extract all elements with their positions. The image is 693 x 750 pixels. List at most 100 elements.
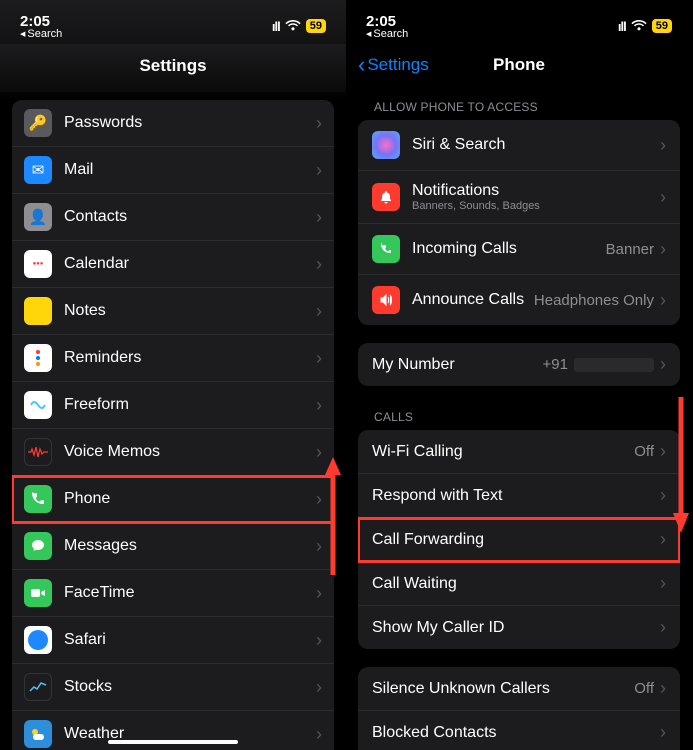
chevron-right-icon: › xyxy=(316,677,322,698)
row-wifi-calling[interactable]: Wi-Fi Calling Off › xyxy=(358,430,680,474)
row-label: Incoming Calls xyxy=(412,240,606,258)
row-stocks[interactable]: Stocks › xyxy=(12,664,334,711)
row-label: Wi-Fi Calling xyxy=(372,443,634,461)
row-messages[interactable]: Messages › xyxy=(12,523,334,570)
row-reminders[interactable]: Reminders › xyxy=(12,335,334,382)
wifi-icon xyxy=(631,20,647,32)
page-title: Settings xyxy=(0,44,346,92)
status-bar: 2:05 Search ıll 59 xyxy=(0,0,346,44)
row-label: FaceTime xyxy=(64,584,316,602)
row-voice-memos[interactable]: Voice Memos › xyxy=(12,429,334,476)
row-label: Messages xyxy=(64,537,316,555)
row-notifications[interactable]: Notifications Banners, Sounds, Badges › xyxy=(358,171,680,224)
row-label: Passwords xyxy=(64,114,316,132)
row-label: Voice Memos xyxy=(64,443,316,461)
row-facetime[interactable]: FaceTime › xyxy=(12,570,334,617)
chevron-right-icon: › xyxy=(660,354,666,375)
row-label: Call Forwarding xyxy=(372,531,660,549)
signal-icon: ıll xyxy=(272,19,280,34)
chevron-right-icon: › xyxy=(660,187,666,208)
contacts-icon: 👤 xyxy=(24,203,52,231)
reminders-icon xyxy=(24,344,52,372)
row-value: Banner xyxy=(606,241,654,258)
nav-header: ‹ Settings Phone xyxy=(346,44,692,94)
chevron-right-icon: › xyxy=(316,395,322,416)
siri-icon xyxy=(372,131,400,159)
mail-icon: ✉ xyxy=(24,156,52,184)
allow-access-list: Siri & Search › Notifications Banners, S… xyxy=(358,120,680,325)
my-number-block: My Number +91 › xyxy=(358,343,680,386)
row-label: Phone xyxy=(64,490,316,508)
announce-icon xyxy=(372,286,400,314)
row-label: Stocks xyxy=(64,678,316,696)
row-silence-unknown[interactable]: Silence Unknown Callers Off › xyxy=(358,667,680,711)
row-label: Respond with Text xyxy=(372,487,660,505)
back-to-search[interactable]: Search xyxy=(20,28,62,40)
row-announce-calls[interactable]: Announce Calls Headphones Only › xyxy=(358,275,680,325)
chevron-right-icon: › xyxy=(316,348,322,369)
chevron-right-icon: › xyxy=(316,301,322,322)
section-header: CALLS xyxy=(346,404,692,430)
row-my-number[interactable]: My Number +91 › xyxy=(358,343,680,386)
chevron-right-icon: › xyxy=(316,489,322,510)
other-calls-list: Silence Unknown Callers Off › Blocked Co… xyxy=(358,667,680,750)
row-sublabel: Banners, Sounds, Badges xyxy=(412,200,660,212)
signal-icon: ıll xyxy=(618,19,626,34)
row-value: Off xyxy=(634,443,654,460)
row-passwords[interactable]: 🔑 Passwords › xyxy=(12,100,334,147)
row-phone[interactable]: Phone › xyxy=(12,476,334,523)
chevron-right-icon: › xyxy=(316,207,322,228)
row-label: Notifications xyxy=(412,182,660,200)
row-label: Reminders xyxy=(64,349,316,367)
chevron-left-icon: ‹ xyxy=(358,52,365,78)
section-header: ALLOW PHONE TO ACCESS xyxy=(346,94,692,120)
chevron-right-icon: › xyxy=(316,536,322,557)
row-label: Notes xyxy=(64,302,316,320)
row-label: My Number xyxy=(372,356,543,374)
row-freeform[interactable]: Freeform › xyxy=(12,382,334,429)
calls-list: Wi-Fi Calling Off › Respond with Text › … xyxy=(358,430,680,649)
row-weather[interactable]: Weather › xyxy=(12,711,334,750)
row-call-forwarding[interactable]: Call Forwarding › xyxy=(358,518,680,562)
row-notes[interactable]: Notes › xyxy=(12,288,334,335)
battery-indicator: 59 xyxy=(652,19,672,33)
back-button[interactable]: ‹ Settings xyxy=(358,52,429,78)
row-label: Safari xyxy=(64,631,316,649)
row-respond-text[interactable]: Respond with Text › xyxy=(358,474,680,518)
row-mail[interactable]: ✉ Mail › xyxy=(12,147,334,194)
chevron-right-icon: › xyxy=(660,239,666,260)
chevron-right-icon: › xyxy=(660,722,666,743)
row-show-caller-id[interactable]: Show My Caller ID › xyxy=(358,606,680,649)
status-bar: 2:05 Search ıll 59 xyxy=(346,0,692,44)
row-label: Contacts xyxy=(64,208,316,226)
row-blocked-contacts[interactable]: Blocked Contacts › xyxy=(358,711,680,750)
row-call-waiting[interactable]: Call Waiting › xyxy=(358,562,680,606)
row-incoming-calls[interactable]: Incoming Calls Banner › xyxy=(358,224,680,275)
row-calendar[interactable]: ●●● Calendar › xyxy=(12,241,334,288)
chevron-right-icon: › xyxy=(660,529,666,550)
wifi-icon xyxy=(285,20,301,32)
settings-list: 🔑 Passwords › ✉ Mail › 👤 Contacts › ●●● … xyxy=(12,100,334,750)
voice-memos-icon xyxy=(24,438,52,466)
back-to-search[interactable]: Search xyxy=(366,28,408,40)
row-value: Headphones Only xyxy=(534,292,654,309)
phone-settings-screen: 2:05 Search ıll 59 ‹ Settings Phone ALLO… xyxy=(346,0,692,750)
chevron-right-icon: › xyxy=(660,678,666,699)
row-label: Siri & Search xyxy=(412,136,660,154)
messages-icon xyxy=(24,532,52,560)
chevron-right-icon: › xyxy=(316,630,322,651)
row-label: Freeform xyxy=(64,396,316,414)
back-label: Settings xyxy=(367,55,428,75)
row-siri-search[interactable]: Siri & Search › xyxy=(358,120,680,171)
redacted-number xyxy=(574,358,654,372)
chevron-right-icon: › xyxy=(316,160,322,181)
weather-icon xyxy=(24,720,52,748)
home-indicator[interactable] xyxy=(108,740,238,744)
settings-screen: 2:05 Search ıll 59 Settings 🔑 Passwords … xyxy=(0,0,346,750)
row-safari[interactable]: Safari › xyxy=(12,617,334,664)
row-label: Silence Unknown Callers xyxy=(372,680,634,698)
row-contacts[interactable]: 👤 Contacts › xyxy=(12,194,334,241)
freeform-icon xyxy=(24,391,52,419)
chevron-right-icon: › xyxy=(660,485,666,506)
chevron-right-icon: › xyxy=(660,441,666,462)
